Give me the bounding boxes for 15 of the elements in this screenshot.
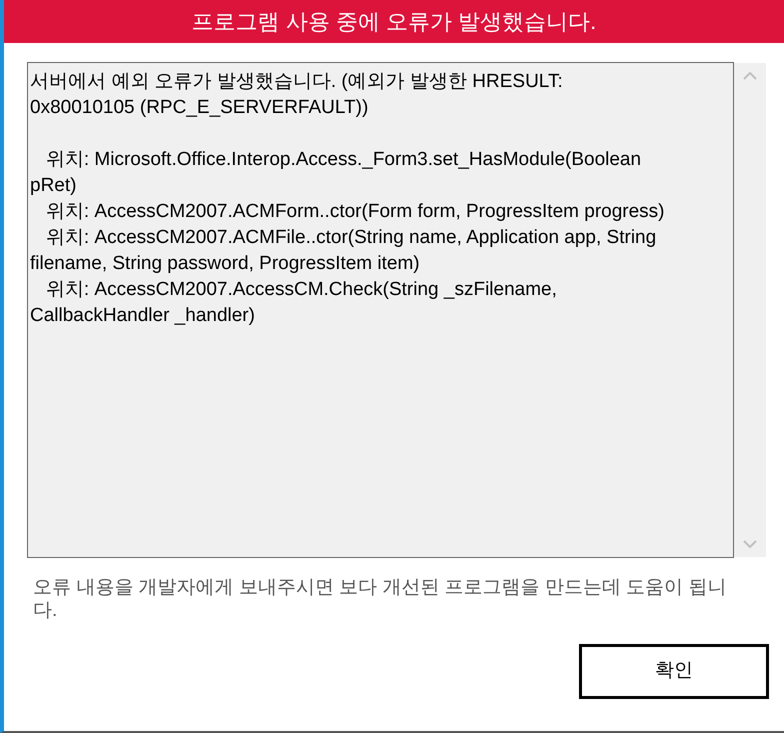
scrollbar[interactable] <box>734 63 766 557</box>
window-title: 프로그램 사용 중에 오류가 발생했습니다. <box>192 8 596 36</box>
ok-button[interactable]: 확인 <box>579 644 769 699</box>
detail-line: filename, String password, ProgressItem item) <box>30 252 421 276</box>
detail-line: 위치: AccessCM2007.AccessCM.Check(String _szFilename, <box>44 278 558 302</box>
detail-line: 위치: AccessCM2007.ACMForm..ctor(Form form, ProgressItem progress) <box>44 200 666 224</box>
detail-line: 서버에서 예외 오류가 발생했습니다. (예외가 발생한 HRESULT: <box>30 70 564 94</box>
info-message: 오류 내용을 개발자에게 보내주시면 보다 개선된 프로그램을 만드는데 도움이 됩니다. <box>33 576 728 622</box>
detail-line: 위치: AccessCM2007.ACMFile..ctor(String name, Application app, String <box>44 226 658 250</box>
detail-line: 위치: Microsoft.Office.Interop.Access._Form3.set_HasModule(Boolean <box>44 148 642 172</box>
scroll-up-icon[interactable] <box>743 71 757 80</box>
detail-line: 0x80010105 (RPC_E_SERVERFAULT)) <box>30 96 370 120</box>
detail-line: pRet) <box>30 174 78 198</box>
detail-line: CallbackHandler _handler) <box>30 304 256 328</box>
scroll-down-icon[interactable] <box>743 540 757 549</box>
